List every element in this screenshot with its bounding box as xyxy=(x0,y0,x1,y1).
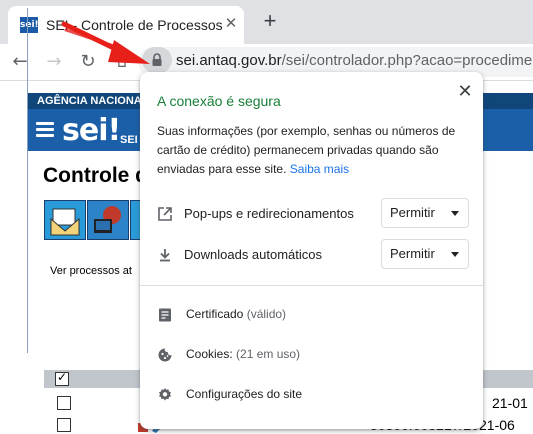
sei-logo: sei! xyxy=(62,113,121,148)
site-info-popup: A conexão é segura ✕ Suas informações (p… xyxy=(140,72,483,429)
connection-description: Suas informações (por exemplo, senhas ou… xyxy=(157,122,457,179)
agency-name: AGÊNCIA NACIONAL xyxy=(37,95,149,107)
permission-downloads: Downloads automáticos Permitir xyxy=(140,237,483,273)
page-title: Controle d xyxy=(43,164,148,187)
dropdown-arrow-icon xyxy=(451,252,459,257)
download-icon xyxy=(160,249,170,262)
divider xyxy=(140,285,483,286)
certificate-icon xyxy=(159,308,171,322)
dropdown-arrow-icon xyxy=(451,211,459,216)
learn-more-link[interactable]: Saiba mais xyxy=(290,162,349,176)
connection-secure-title: A conexão é segura xyxy=(157,93,281,109)
select-value: Permitir xyxy=(390,246,435,261)
new-document-envelope-icon[interactable] xyxy=(44,200,86,240)
popups-permission-select[interactable]: Permitir xyxy=(381,198,469,228)
permission-label: Pop-ups e redirecionamentos xyxy=(184,206,354,221)
cookie-icon xyxy=(158,348,172,362)
cookies-count: (21 em uso) xyxy=(236,347,301,361)
process-number[interactable]: 21-01 xyxy=(492,395,528,411)
site-settings-row[interactable]: Configurações do site xyxy=(140,379,483,409)
certificate-label: Certificado (válido) xyxy=(186,307,287,321)
row-checkbox[interactable] xyxy=(57,418,71,432)
permission-label: Downloads automáticos xyxy=(184,247,323,262)
cookies-row[interactable]: Cookies: (21 em uso) xyxy=(140,339,483,369)
select-value: Permitir xyxy=(390,205,435,220)
sei-logo-sub: SEI xyxy=(120,134,138,146)
hamburger-menu-icon[interactable] xyxy=(36,122,54,138)
close-icon[interactable]: ✕ xyxy=(454,80,476,102)
site-settings-label: Configurações do site xyxy=(186,387,303,401)
select-all-checkbox[interactable] xyxy=(55,370,69,386)
certificate-row[interactable]: Certificado (válido) xyxy=(140,299,483,329)
settings-gear-icon xyxy=(159,388,171,401)
ver-processos-link[interactable]: Ver processos at xyxy=(50,265,132,277)
row-checkbox[interactable] xyxy=(57,396,71,410)
cookies-label: Cookies: (21 em uso) xyxy=(186,347,301,361)
popup-icon xyxy=(158,207,172,221)
permission-popups: Pop-ups e redirecionamentos Permitir xyxy=(140,196,483,232)
downloads-permission-select[interactable]: Permitir xyxy=(381,239,469,269)
certificate-status: (válido) xyxy=(246,307,287,321)
process-computer-icon[interactable] xyxy=(87,200,129,240)
